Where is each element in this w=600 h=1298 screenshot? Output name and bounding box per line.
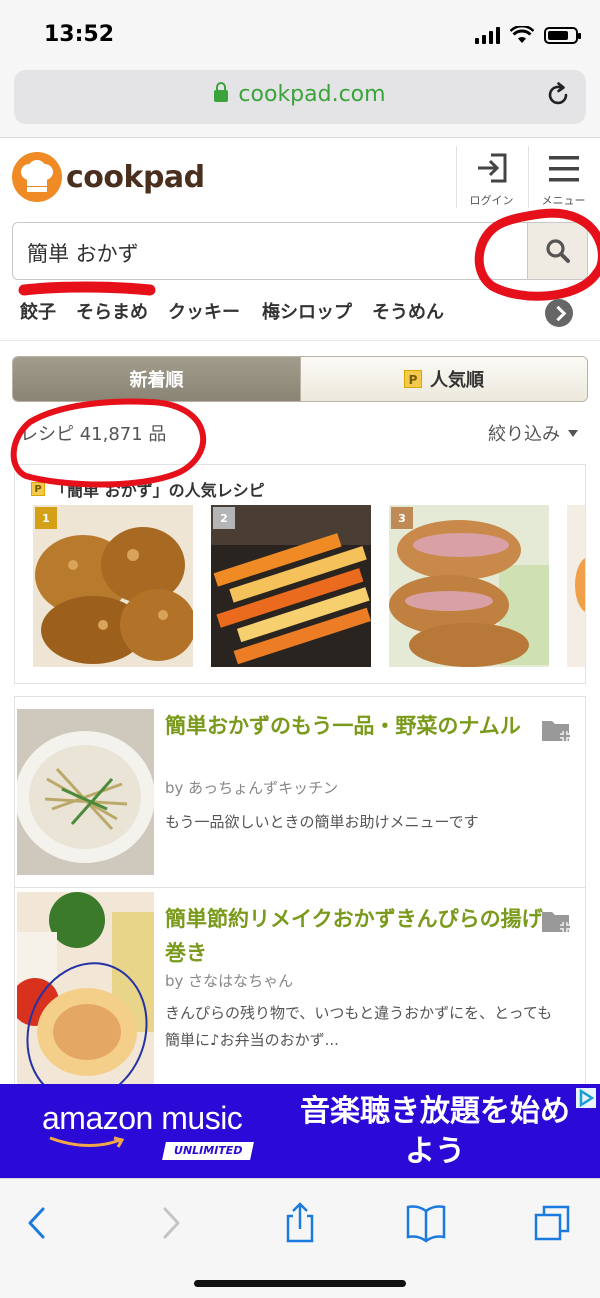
keyword-link[interactable]: 餃子: [20, 298, 56, 324]
keyword-link[interactable]: クッキー: [168, 298, 240, 324]
fried-roll-bento-photo: [17, 892, 154, 1088]
recipe-card[interactable]: 簡単おかずのもう一品・野菜のナムル by あっちょんずキッチン もう一品欲しいと…: [14, 696, 586, 888]
status-time: 13:52: [44, 22, 115, 47]
keyword-link[interactable]: そらまめ: [76, 298, 148, 324]
logo-text: cookpad: [66, 159, 205, 195]
popular-recipes-section: P 「簡単 おかず」の人気レシピ 1 2 3: [14, 464, 586, 684]
rank-badge: 3: [391, 507, 413, 529]
more-keywords-arrow-icon[interactable]: [545, 299, 573, 327]
cellular-signal-icon: [475, 26, 500, 44]
ad-banner[interactable]: amazon music UNLIMITED 音楽聴き放題を始めよう: [0, 1084, 600, 1178]
adchoices-icon[interactable]: [576, 1088, 596, 1108]
popular-recipes-title: P 「簡単 おかず」の人気レシピ: [31, 477, 265, 501]
recipe-count: レシピ 41,871 品: [20, 424, 167, 445]
search-button[interactable]: [527, 223, 587, 279]
url-field[interactable]: cookpad.com: [14, 70, 586, 124]
reload-icon[interactable]: [546, 82, 572, 108]
forward-icon[interactable]: [148, 1201, 192, 1245]
share-icon[interactable]: [278, 1201, 322, 1245]
amazon-smile-icon: [49, 1136, 125, 1148]
rank-badge: 2: [213, 507, 235, 529]
sort-tabs: 新着順 P 人気順: [12, 356, 588, 402]
tab-popular-label: 人気順: [430, 370, 484, 391]
divider: [0, 340, 600, 341]
rank-badge: 1: [35, 507, 57, 529]
cookpad-logo[interactable]: cookpad: [12, 152, 205, 202]
login-button[interactable]: ログイン: [456, 146, 526, 208]
save-to-folder-icon[interactable]: [541, 908, 573, 934]
popular-recipe-thumb[interactable]: 3: [389, 505, 549, 667]
ad-brand: amazon music: [42, 1100, 243, 1136]
annotation-underline: [18, 281, 156, 296]
ad-tier-label: UNLIMITED: [162, 1142, 254, 1160]
recipe-photo[interactable]: [17, 709, 154, 875]
browser-address-bar: cookpad.com: [0, 60, 600, 138]
recipe-title[interactable]: 簡単節約リメイクおかずきんぴらの揚げ巻き: [165, 902, 545, 970]
recipe-description: きんぴらの残り物で、いつもと違うおかずにを、とっても簡単に♪お弁当のおかず...: [165, 1004, 553, 1049]
status-icons: [475, 26, 581, 44]
keyword-link[interactable]: 梅シロップ: [262, 298, 352, 324]
bookmarks-icon[interactable]: [404, 1201, 448, 1245]
recipe-author[interactable]: by あっちょんずキッチン: [165, 777, 338, 798]
premium-badge-icon: P: [404, 370, 422, 388]
premium-badge-icon: P: [31, 482, 45, 496]
menu-label: メニュー: [541, 194, 586, 207]
ham-cutlet-photo: [389, 505, 549, 667]
caret-down-icon: [568, 430, 578, 437]
tab-newest[interactable]: 新着順: [13, 357, 300, 401]
url-text: cookpad.com: [238, 82, 386, 107]
filter-button[interactable]: 絞り込み: [488, 420, 578, 446]
popular-recipe-thumb-partial[interactable]: [567, 505, 585, 667]
tab-popular[interactable]: P 人気順: [300, 357, 587, 401]
menu-button[interactable]: メニュー: [528, 146, 598, 208]
popular-recipe-thumb[interactable]: 1: [33, 505, 193, 667]
recipe-author[interactable]: by さなはなちゃん: [165, 970, 293, 991]
recipe-description: もう一品欲しいときの簡単お助けメニューです: [165, 813, 479, 831]
filter-label: 絞り込み: [488, 424, 560, 445]
recipe-photo[interactable]: [17, 892, 154, 1088]
ad-copy: 音楽聴き放題を始めよう: [300, 1094, 570, 1169]
popular-recipe-thumb[interactable]: 2: [211, 505, 371, 667]
search-icon: [546, 239, 570, 263]
popular-title-text: 「簡単 おかず」の人気レシピ: [51, 481, 265, 500]
trending-keywords: 餃子 そらまめ クッキー 梅シロップ そうめん: [20, 298, 580, 326]
fried-vegetable-sticks-photo: [211, 505, 371, 667]
site-header: cookpad ログイン メニュー: [0, 138, 600, 214]
keyword-link[interactable]: そうめん: [372, 298, 444, 324]
chef-hat-icon: [12, 152, 62, 202]
wifi-icon: [510, 26, 534, 43]
tabs-icon[interactable]: [530, 1201, 574, 1245]
recipe-card[interactable]: 簡単節約リメイクおかずきんぴらの揚げ巻き by さなはなちゃん きんぴらの残り物…: [14, 888, 586, 1088]
save-to-folder-icon[interactable]: [541, 717, 573, 743]
login-icon: [477, 153, 506, 183]
back-icon[interactable]: [16, 1201, 60, 1245]
lock-icon: [214, 82, 229, 102]
home-indicator[interactable]: [194, 1280, 406, 1287]
hamburger-icon: [548, 156, 579, 182]
fried-chicken-photo: [33, 505, 193, 667]
login-label: ログイン: [469, 194, 514, 207]
namul-photo: [17, 709, 154, 875]
search-box: 簡単 おかず: [12, 222, 588, 280]
recipe-title[interactable]: 簡単おかずのもう一品・野菜のナムル: [165, 709, 545, 743]
battery-icon: [544, 27, 581, 44]
search-input[interactable]: 簡単 おかず: [27, 238, 139, 268]
